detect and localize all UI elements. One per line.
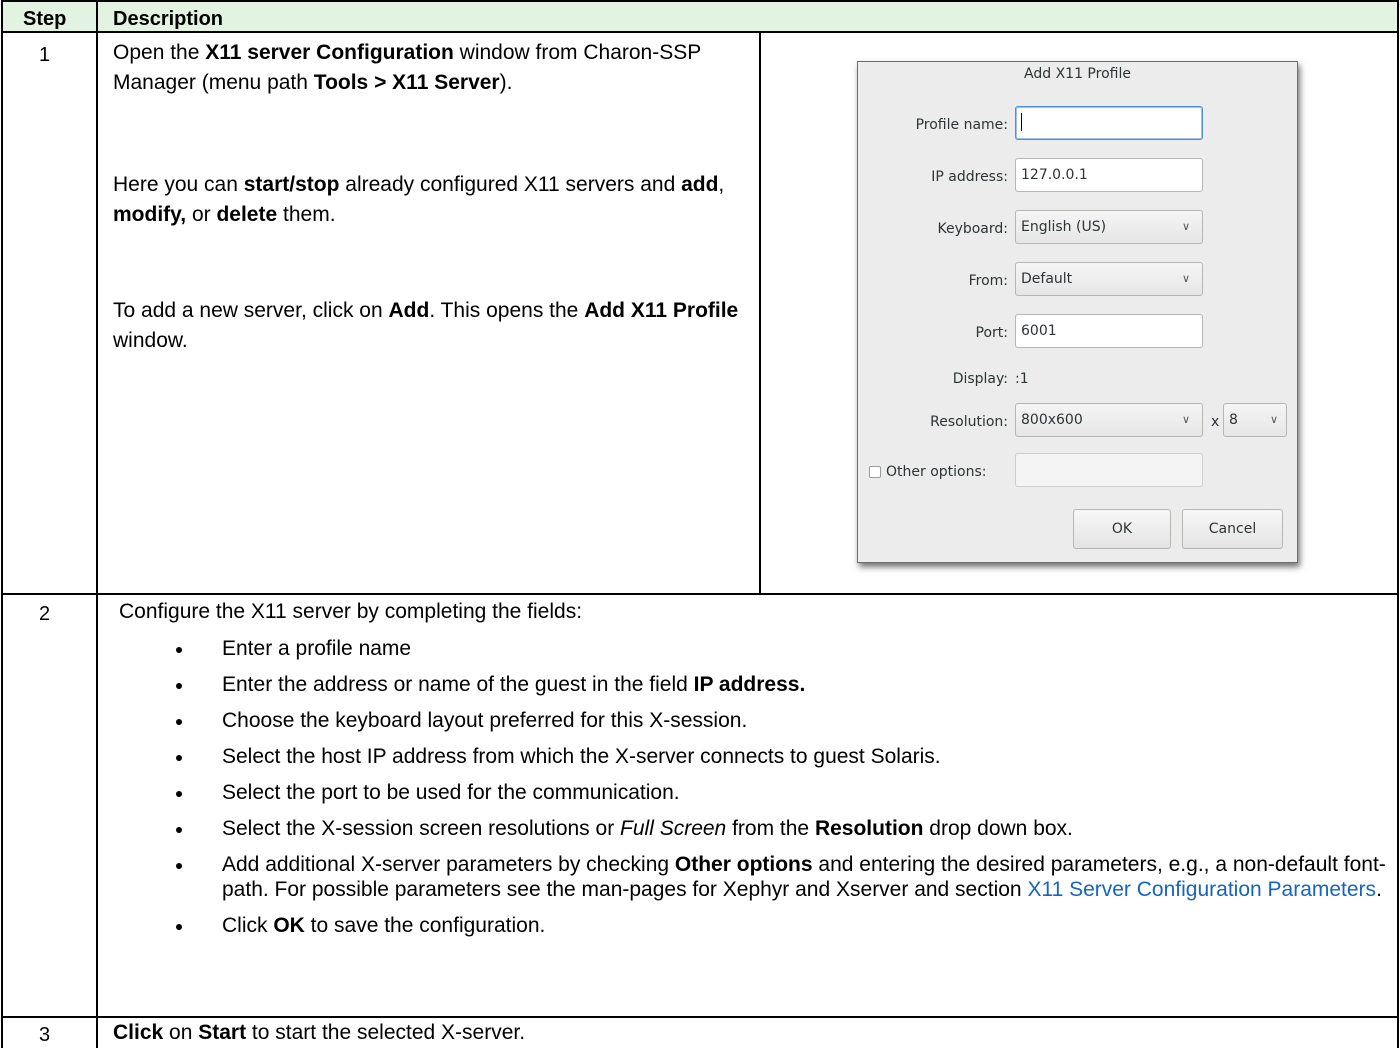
step-3-text: Click on Start to start the selected X-s… xyxy=(113,1021,526,1044)
resolution-select[interactable]: 800x600 ∨ xyxy=(1015,403,1203,437)
step-1-paragraph-1: Open the X11 server Configuration window… xyxy=(113,41,701,94)
step-1-paragraph-2: Here you can start/stop already configur… xyxy=(113,173,725,226)
profile-name-label: Profile name: xyxy=(915,117,1008,133)
step-2-intro: Configure the X11 server by completing t… xyxy=(119,600,583,623)
step-number: 1 xyxy=(39,44,51,66)
table-header: Step Description xyxy=(1,0,1399,33)
chevron-down-icon: ∨ xyxy=(1181,413,1190,426)
chevron-down-icon: ∨ xyxy=(1269,413,1278,426)
step-2-bullet-list: Enter a profile name Enter the address o… xyxy=(176,636,1400,949)
step-number: 2 xyxy=(39,603,51,625)
other-options-checkbox[interactable] xyxy=(869,466,881,478)
cancel-button[interactable]: Cancel xyxy=(1182,509,1283,549)
list-item: Select the X-session screen resolutions … xyxy=(176,816,1400,841)
x11-config-parameters-link[interactable]: X11 Server Configuration Parameters xyxy=(1027,878,1376,901)
port-input[interactable]: 6001 xyxy=(1015,314,1203,348)
list-item: Select the port to be used for the commu… xyxy=(176,780,1400,805)
resolution-separator: x xyxy=(1211,414,1220,430)
resolution-label: Resolution: xyxy=(930,414,1008,430)
step-1-paragraph-3: To add a new server, click on Add. This … xyxy=(113,299,739,352)
chevron-down-icon: ∨ xyxy=(1181,220,1190,233)
keyboard-select[interactable]: English (US) ∨ xyxy=(1015,210,1203,244)
display-label: Display: xyxy=(952,371,1008,387)
list-item: Enter the address or name of the guest i… xyxy=(176,672,1400,697)
list-item: Choose the keyboard layout preferred for… xyxy=(176,708,1400,733)
ip-address-input[interactable]: 127.0.0.1 xyxy=(1015,158,1203,192)
add-x11-profile-dialog: Add X11 Profile Profile name: IP address… xyxy=(857,61,1298,563)
chevron-down-icon: ∨ xyxy=(1181,272,1190,285)
from-label: From: xyxy=(968,273,1008,289)
ip-address-label: IP address: xyxy=(931,169,1008,185)
text-cursor xyxy=(1021,113,1022,131)
keyboard-label: Keyboard: xyxy=(937,221,1008,237)
color-depth-select[interactable]: 8 ∨ xyxy=(1223,403,1287,437)
other-options-input[interactable] xyxy=(1015,453,1203,487)
port-label: Port: xyxy=(975,325,1008,341)
dialog-title: Add X11 Profile xyxy=(1024,66,1131,82)
ok-button[interactable]: OK xyxy=(1073,509,1171,549)
profile-name-input[interactable] xyxy=(1015,106,1203,140)
display-value: :1 xyxy=(1015,371,1029,387)
step-number: 3 xyxy=(39,1024,51,1046)
list-item: Enter a profile name xyxy=(176,636,1400,661)
header-step: Step xyxy=(23,8,67,30)
from-select[interactable]: Default ∨ xyxy=(1015,262,1203,296)
list-item: Add additional X-server parameters by ch… xyxy=(176,852,1400,902)
other-options-label: Other options: xyxy=(886,464,987,480)
header-description: Description xyxy=(113,8,224,30)
list-item: Click OK to save the configuration. xyxy=(176,913,1400,938)
list-item: Select the host IP address from which th… xyxy=(176,744,1400,769)
